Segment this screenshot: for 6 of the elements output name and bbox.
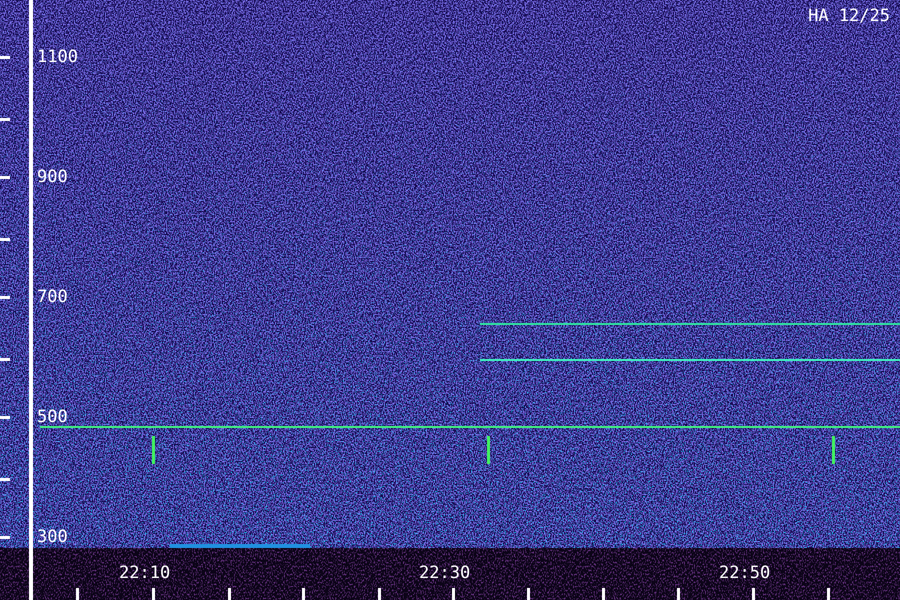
x-axis-label: 22:10 xyxy=(119,563,170,583)
x-axis-label: 22:50 xyxy=(719,563,770,583)
x-axis-label: 22:30 xyxy=(419,563,470,583)
y-axis-label: 700 xyxy=(37,287,68,307)
y-axis-label: 300 xyxy=(37,527,68,547)
y-axis-label: 500 xyxy=(37,407,68,427)
